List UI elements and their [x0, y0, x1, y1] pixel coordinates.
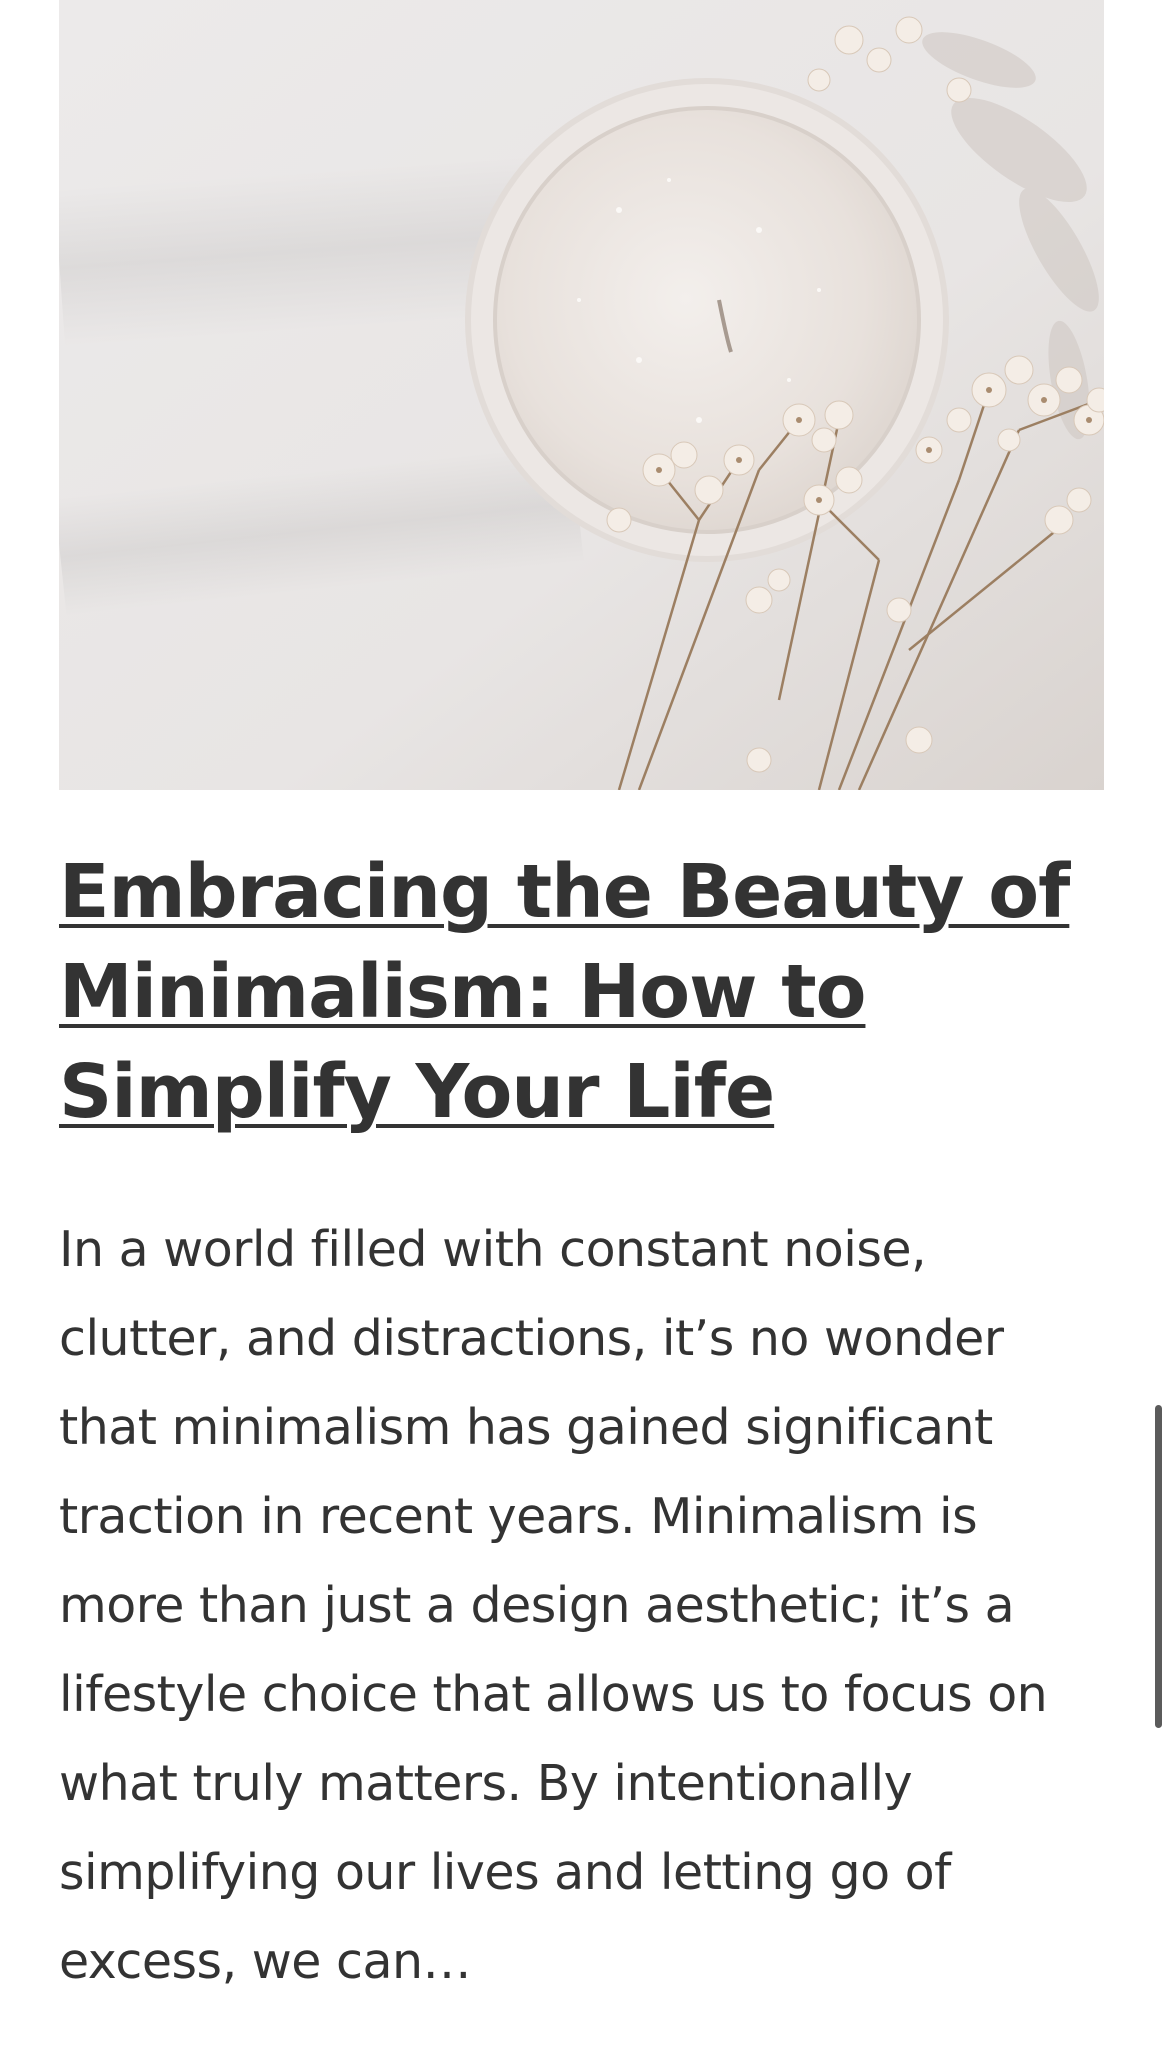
article-excerpt: In a world filled with constant noise, c… [59, 1221, 1048, 1990]
candle-flowers-photo [59, 0, 1104, 790]
article-featured-image[interactable] [59, 0, 1104, 790]
article-title: Embracing the Beauty of Minimalism: How … [59, 849, 1070, 1135]
vertical-scrollbar[interactable] [1155, 1405, 1162, 1728]
article-title-link[interactable]: Embracing the Beauty of Minimalism: How … [59, 842, 1119, 1142]
